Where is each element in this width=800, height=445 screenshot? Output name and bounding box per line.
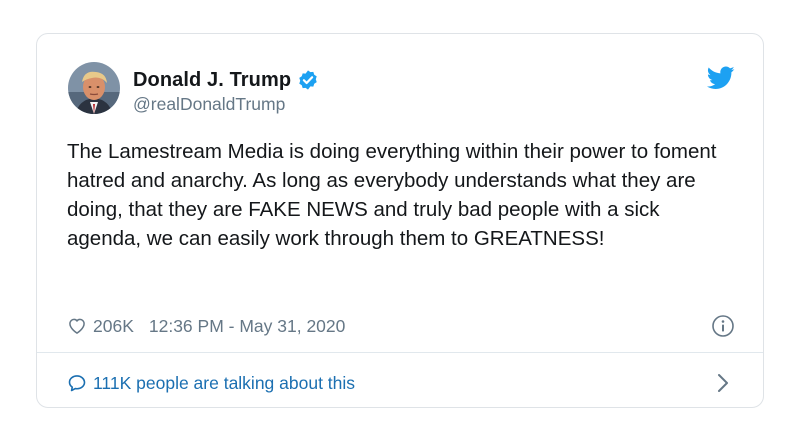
heart-icon[interactable] xyxy=(67,316,87,336)
verified-badge-icon xyxy=(297,69,319,91)
tweet-card[interactable]: Donald J. Trump @realDonaldTrump The Lam… xyxy=(36,33,764,408)
avatar[interactable] xyxy=(68,62,120,114)
twitter-bird-icon[interactable] xyxy=(706,66,735,90)
conversation-link[interactable]: 111K people are talking about this xyxy=(67,371,355,395)
info-icon[interactable] xyxy=(711,314,735,338)
speech-bubble-icon xyxy=(67,373,87,393)
tweet-meta: 206K 12:36 PM - May 31, 2020 xyxy=(67,314,345,338)
tweet-text: The Lamestream Media is doing everything… xyxy=(67,140,717,250)
card-divider xyxy=(37,352,763,353)
tweet-timestamp[interactable]: 12:36 PM - May 31, 2020 xyxy=(149,316,346,337)
chevron-right-icon[interactable] xyxy=(715,372,731,394)
like-count[interactable]: 206K xyxy=(93,316,134,337)
author-row[interactable]: Donald J. Trump xyxy=(133,67,319,93)
page: Donald J. Trump @realDonaldTrump The Lam… xyxy=(0,0,800,445)
author-name[interactable]: Donald J. Trump xyxy=(133,69,291,92)
conversation-label[interactable]: 111K people are talking about this xyxy=(93,373,355,394)
author-handle[interactable]: @realDonaldTrump xyxy=(133,94,285,115)
